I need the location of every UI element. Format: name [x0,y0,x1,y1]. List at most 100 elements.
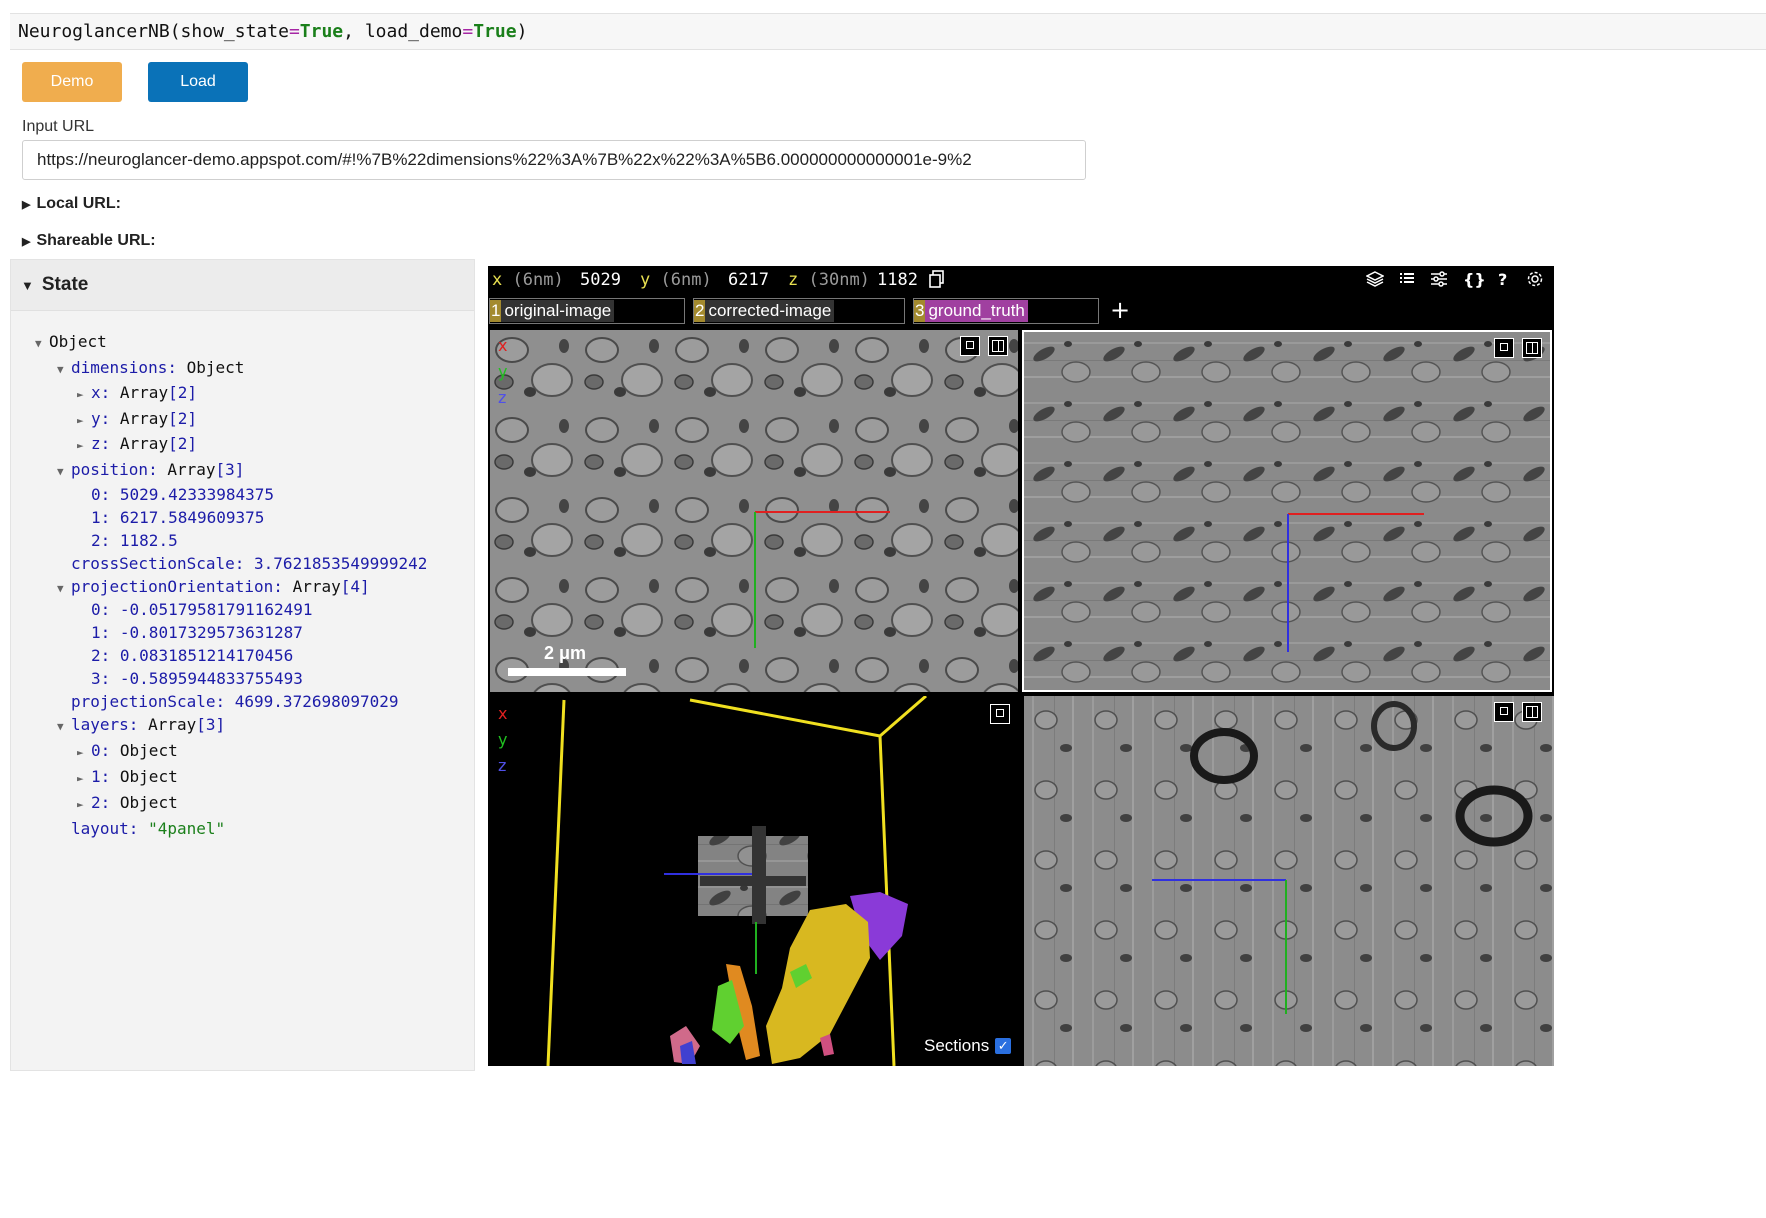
state-tree-row[interactable]: ► 2: Object [77,793,178,812]
axis-z-label: z [498,388,507,407]
state-tree-row: 1: 6217.5849609375 [77,508,264,527]
split-view-icon[interactable] [988,336,1008,356]
code-cell[interactable]: NeuroglancerNB(show_state=True, load_dem… [10,13,1766,50]
collapsed-triangle-icon: ► [77,439,84,452]
layer-name: original-image [501,300,615,322]
panel-3d-view[interactable]: x y z Sections ✓ [490,696,1020,1066]
demo-button[interactable]: Demo [22,62,122,102]
json-icon[interactable]: {} [1463,270,1486,289]
panel-xy-original[interactable]: x y z 2 μm [490,330,1018,692]
axis-x-label: x [498,336,508,355]
help-icon[interactable]: ? [1498,270,1507,289]
state-tree-row[interactable]: ▼ projectionOrientation: Array[4] [57,577,370,596]
em-image-xy [490,330,1018,692]
split-view-icon[interactable] [1522,338,1542,358]
state-array-length: [2] [168,408,197,428]
split-view-icon[interactable] [1522,702,1542,722]
maximize-icon[interactable] [1494,702,1514,722]
state-tree-row[interactable]: ▼ dimensions: Object [57,358,244,377]
local-url-toggle[interactable]: ▶ Local URL: [22,195,121,213]
state-panel: ▼ State ▼ Object ▼ dimensions: Object ► x: Ar… [10,259,475,1071]
expanded-triangle-icon: ▼ [57,582,64,595]
state-array-length: [4] [340,577,370,596]
copy-icon[interactable] [929,270,945,292]
coord-x-value[interactable]: 5029 [580,270,621,290]
state-tree-row: 3: -0.5895944833755493 [77,669,303,688]
state-tree-row[interactable]: ► y: Array[2] [77,409,197,428]
scale-bar-label: 2 μm [544,643,587,663]
coord-z-label: z [788,270,799,290]
state-value: Object [186,357,245,377]
coord-z[interactable]: z (30nm) [788,270,870,290]
coord-z-value[interactable]: 1182 [877,270,918,290]
local-url-label: Local URL: [36,195,121,212]
load-button[interactable]: Load [148,62,248,102]
sections-control[interactable]: Sections ✓ [924,1036,1012,1056]
collapsed-triangle-icon: ► [77,745,84,759]
state-key: 1: [91,623,111,642]
shareable-url-toggle[interactable]: ▶ Shareable URL: [22,232,156,250]
axis-z-label: z [498,756,507,775]
state-key: x: [91,383,111,402]
code-keyword: True [473,21,517,42]
state-value: 3.7621853549999242 [254,554,428,573]
chevron-down-icon: ▼ [21,277,34,293]
state-header[interactable]: ▼ State [11,260,474,311]
scale-bar [508,668,626,676]
state-value: Object [119,766,178,786]
state-value: 5029.42333984375 [119,485,275,504]
axis-x-label: x [498,704,508,723]
collapsed-triangle-icon: ► [77,413,84,427]
coord-y[interactable]: y (6nm) [640,270,712,290]
panel-yz-section[interactable] [1024,696,1554,1066]
state-tree-row[interactable]: ► 1: Object [77,767,178,786]
state-tree-row[interactable]: ▼ Object [35,332,107,351]
state-value: Object [119,792,178,812]
sections-checkbox[interactable]: ✓ [995,1038,1012,1054]
em-image-corrected [1024,332,1550,690]
state-key: 0: [91,740,111,760]
maximize-icon[interactable] [960,336,980,356]
collapsed-triangle-icon: ► [77,771,84,785]
viewer-top-bar: x (6nm) 5029 y (6nm) 6217 z (30nm) 1182 … [488,266,1554,294]
coord-x[interactable]: x (6nm) [492,270,564,290]
state-value: Array [292,577,341,596]
layer-tab-1[interactable]: 1 original-image [489,298,685,324]
state-key: layers: [71,715,139,734]
state-tree-row[interactable]: ► 0: Object [77,741,178,760]
shareable-url-label: Shareable URL: [36,232,156,249]
state-tree-row[interactable]: ► z: Array[2] [77,434,197,453]
code-line: NeuroglancerNB(show_state=True, load_dem… [18,21,527,42]
neuroglancer-viewer[interactable]: x (6nm) 5029 y (6nm) 6217 z (30nm) 1182 … [488,266,1554,1066]
state-tree-row[interactable]: ► x: Array[2] [77,383,197,402]
maximize-icon[interactable] [990,704,1010,724]
code-keyword: True [299,21,344,42]
maximize-icon[interactable] [1494,338,1514,358]
state-array-length: [3] [215,459,245,479]
state-tree-row: projectionScale: 4699.372698097029 [57,692,399,711]
layers-icon[interactable] [1365,270,1385,292]
url-input[interactable]: https://neuroglancer-demo.appspot.com/#!… [22,140,1086,180]
state-key: 2: [91,646,111,665]
add-layer-button[interactable]: + [1110,296,1130,324]
state-value: -0.8017329573631287 [119,623,303,642]
state-array-length: [3] [196,715,226,734]
code-operator: = [462,21,474,42]
layer-tab-3[interactable]: 3 ground_truth [913,298,1099,324]
state-tree-row[interactable]: ▼ position: Array[3] [57,460,244,479]
state-array-length: [2] [168,434,197,453]
state-key: 1: [91,766,111,786]
expanded-triangle-icon: ▼ [57,464,64,478]
panel-xy-corrected[interactable] [1022,330,1552,692]
list-icon[interactable] [1399,270,1415,290]
state-tree-row[interactable]: ▼ layers: Array[3] [57,715,225,734]
layer-tab-2[interactable]: 2 corrected-image [693,298,905,324]
sliders-icon[interactable] [1430,270,1448,292]
state-key: 2: [91,531,111,550]
state-value: Array [148,715,197,734]
state-value: 0.0831851214170456 [119,646,294,665]
settings-gear-icon[interactable] [1526,270,1544,292]
state-key: dimensions: [71,357,177,377]
coord-y-value[interactable]: 6217 [728,270,769,290]
code-text: ) [516,21,528,42]
